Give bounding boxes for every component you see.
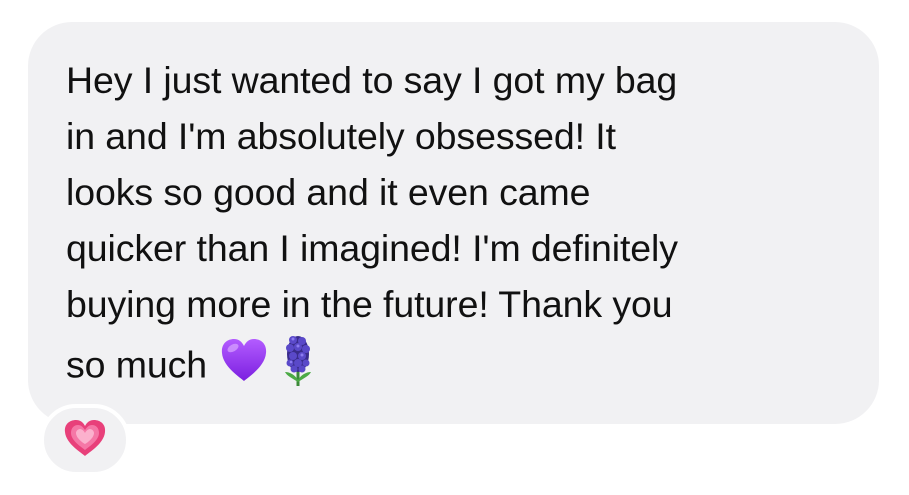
- growing-heart-icon: [64, 419, 106, 462]
- message-line: Hey I just wanted to say I got my bag: [66, 59, 678, 101]
- message-line: buying more in the future! Thank you: [66, 283, 673, 325]
- message-line: in and I'm absolutely obsessed! It: [66, 115, 616, 157]
- message-bubble[interactable]: Hey I just wanted to say I got my bag in…: [28, 22, 879, 424]
- purple-heart-icon: [219, 337, 269, 398]
- message-line: looks so good and it even came: [66, 171, 591, 213]
- message-line: quicker than I imagined! I'm definitely: [66, 227, 678, 269]
- reaction-badge[interactable]: [40, 404, 130, 476]
- hyacinth-icon: [281, 332, 315, 403]
- message-line-text: so much: [66, 343, 208, 386]
- message-last-line: so much: [66, 332, 843, 403]
